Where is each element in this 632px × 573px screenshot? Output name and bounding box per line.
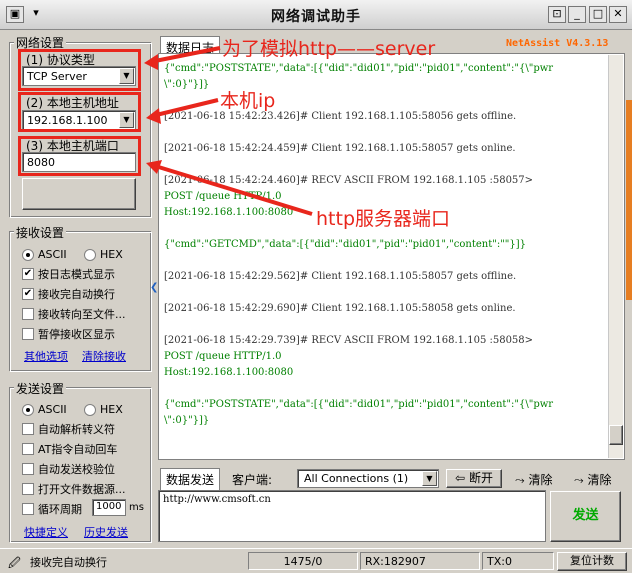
annotation-arrowhead-server (144, 54, 158, 70)
annotation-arrows (144, 46, 313, 216)
annotation-arrow-ip (151, 98, 219, 118)
annotation-arrow-port (151, 163, 313, 216)
annotation-arrowhead-ip (146, 108, 161, 124)
annotation-arrow-server (149, 46, 221, 64)
